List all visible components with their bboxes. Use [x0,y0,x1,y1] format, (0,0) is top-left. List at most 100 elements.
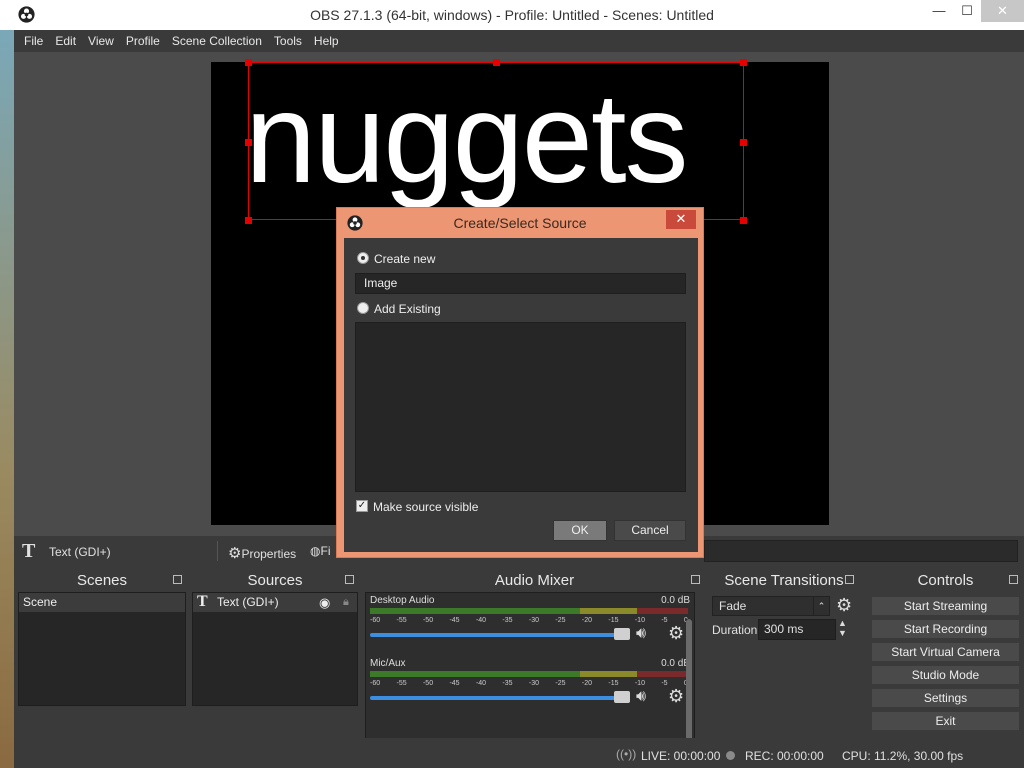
resize-handle[interactable] [493,59,500,66]
track-db: 0.0 dB [661,595,690,606]
menu-file[interactable]: File [24,34,43,48]
cancel-button[interactable]: Cancel [614,520,686,541]
menu-bar: File Edit View Profile Scene Collection … [14,30,1024,52]
filters-label: Fi [320,544,331,558]
scrollbar-thumb[interactable] [686,619,692,747]
transition-select[interactable]: Fade ⌃ [712,596,830,616]
scale-tick: -55 [396,617,407,624]
scale-tick: -25 [555,680,566,687]
context-field[interactable] [704,540,1018,562]
studio-mode-button[interactable]: Studio Mode [871,665,1020,685]
scale-tick: -50 [422,617,434,624]
scale-tick: -45 [449,617,460,624]
speaker-icon[interactable]: 🔊︎ [636,688,646,706]
scale-tick: -15 [608,617,619,624]
audio-mixer-dock: Audio Mixer Desktop Audio 0.0 dB -60 -55 -… [363,570,706,764]
undock-icon[interactable] [173,575,182,584]
close-button[interactable]: ✕ [981,0,1024,22]
menu-profile[interactable]: Profile [126,34,160,48]
properties-button[interactable]: ⚙Properties [228,544,296,562]
make-visible-checkbox[interactable]: ✓ [356,500,368,512]
scale-tick: -10 [634,617,645,624]
volume-slider-handle[interactable] [614,628,630,640]
volume-meter [370,671,688,677]
source-name-input[interactable]: Image [355,273,686,294]
scenes-list[interactable]: Scene [18,592,186,706]
lock-icon[interactable]: 🔒︎ [343,593,349,612]
start-streaming-button[interactable]: Start Streaming [871,596,1020,616]
resize-handle[interactable] [245,59,252,66]
dialog-close-button[interactable]: ✕ [666,210,696,229]
volume-slider[interactable] [370,633,620,637]
mixer-scrollbar[interactable] [686,619,692,755]
duration-stepper[interactable]: ▲ ▼ [838,618,847,638]
minimize-button[interactable]: — [924,0,954,22]
add-existing-label: Add Existing [374,302,441,316]
gear-icon: ⚙ [228,545,242,562]
resize-handle[interactable] [245,139,252,146]
menu-help[interactable]: Help [314,34,339,48]
resize-handle[interactable] [740,217,747,224]
volume-slider[interactable] [370,696,620,700]
scale-tick: -45 [449,680,460,687]
gear-icon[interactable]: ⚙ [668,686,684,707]
transition-value: Fade [719,599,747,613]
create-new-radio[interactable] [357,252,369,264]
duration-label: Duration [712,623,758,637]
menu-tools[interactable]: Tools [274,34,302,48]
volume-slider-handle[interactable] [614,691,630,703]
scale-tick: -5 [661,617,668,624]
filters-button[interactable]: ◍Fi [310,544,330,558]
meter-scale: -60-55-50-45-40-35-30-25-20-15-10-50 [370,680,688,687]
start-virtual-camera-button[interactable]: Start Virtual Camera [871,642,1020,662]
speaker-icon[interactable]: 🔊︎ [636,625,646,643]
exit-button[interactable]: Exit [871,711,1020,731]
ok-button[interactable]: OK [553,520,607,541]
audio-mixer-title: Audio Mixer [494,572,575,589]
create-new-label: Create new [374,252,436,266]
scale-tick: -5 [661,680,668,687]
scene-transitions-title: Scene Transitions [724,572,844,589]
scale-tick: -10 [634,680,645,687]
scene-item[interactable]: Scene [19,593,185,612]
resize-handle[interactable] [740,139,747,146]
broadcast-icon: ((•)) [616,747,637,761]
sources-dock: Sources T Text (GDI+) ◉ 🔒︎ + − ⚙ ⌃ ⌄ [190,570,360,764]
start-recording-button[interactable]: Start Recording [871,619,1020,639]
resize-handle[interactable] [740,59,747,66]
undock-icon[interactable] [845,575,854,584]
maximize-button[interactable]: ☐ [952,0,982,22]
add-existing-radio[interactable] [357,302,369,314]
gear-icon[interactable]: ⚙ [836,595,852,616]
mixer-track-desktop-audio: Desktop Audio 0.0 dB -60 -55 -50 -45 -40 -35 -… [370,595,690,653]
scale-tick: -35 [502,680,513,687]
menu-scene-collection[interactable]: Scene Collection [172,34,262,48]
undock-icon[interactable] [345,575,354,584]
cpu-fps-readout: CPU: 11.2%, 30.00 fps [842,749,964,763]
meter-scale: -60-55-50-45-40-35-30-25-20-15-10-50 [370,617,688,624]
menu-edit[interactable]: Edit [55,34,76,48]
scenes-dock: Scenes Scene + − ⌃ ⌄ [16,570,188,764]
eye-icon[interactable]: ◉ [319,593,330,612]
undock-icon[interactable] [691,575,700,584]
source-item[interactable]: T Text (GDI+) ◉ 🔒︎ [193,593,357,612]
scale-tick: -50 [422,680,434,687]
menu-view[interactable]: View [88,34,114,48]
sources-list[interactable]: T Text (GDI+) ◉ 🔒︎ [192,592,358,706]
scale-tick: -20 [581,680,592,687]
duration-input[interactable]: 300 ms [758,619,836,640]
undock-icon[interactable] [1009,575,1018,584]
gear-icon[interactable]: ⚙ [668,623,684,644]
existing-sources-list[interactable] [355,322,686,492]
settings-button[interactable]: Settings [871,688,1020,708]
mixer-panel: Desktop Audio 0.0 dB -60 -55 -50 -45 -40 -35 -… [365,592,695,760]
dialog-title: Create/Select Source [453,215,587,231]
selection-box[interactable] [245,59,747,224]
divider [217,541,218,561]
track-name: Mic/Aux [370,658,406,669]
resize-handle[interactable] [245,217,252,224]
scale-tick: -15 [608,680,619,687]
scale-tick: -60 [370,617,381,624]
scale-tick: -20 [581,617,592,624]
scene-transitions-dock: Scene Transitions Fade ⌃ ⚙ Duration 300 … [708,570,860,764]
